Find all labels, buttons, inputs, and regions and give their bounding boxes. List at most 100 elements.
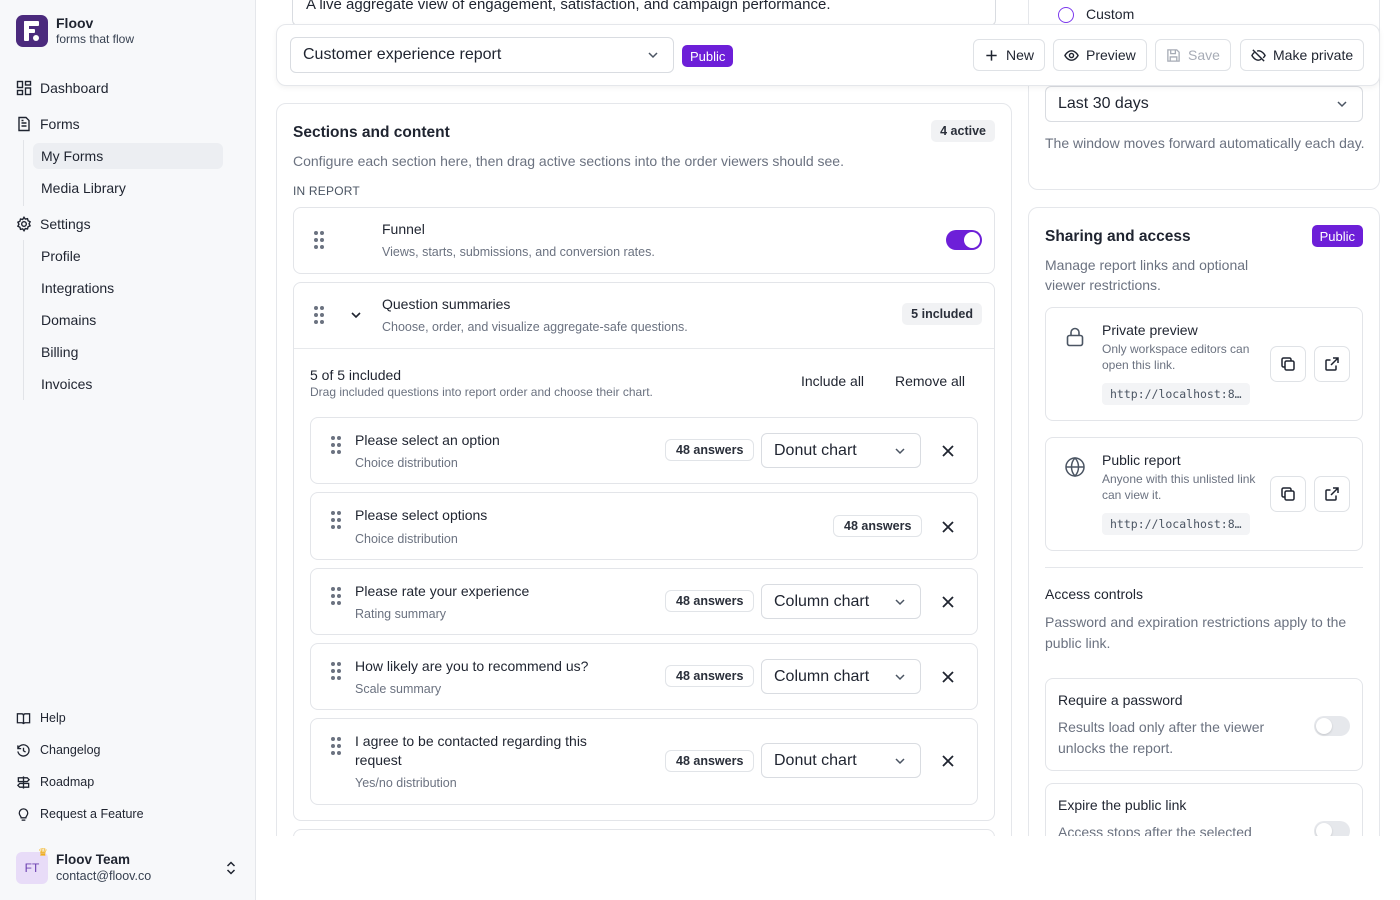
open-link-button[interactable] (1314, 346, 1350, 382)
copy-link-button[interactable] (1270, 346, 1306, 382)
chevron-down-icon (895, 673, 905, 680)
chart-type-select[interactable]: Column chart (761, 584, 921, 619)
answers-badge: 48 answers (665, 439, 755, 461)
custom-radio-label: Custom (1086, 6, 1135, 22)
nav-help-label: Help (40, 711, 66, 725)
document-icon (18, 116, 30, 132)
question-title: Please rate your experience (355, 583, 530, 599)
public-report-desc: Anyone with this unlisted link can view … (1102, 472, 1256, 502)
chart-type-value: Donut chart (774, 441, 857, 459)
chart-type-select[interactable]: Donut chart (761, 433, 921, 468)
question-row[interactable]: How likely are you to recommend us? Scal… (310, 643, 978, 710)
sidebar-item-my-forms[interactable]: My Forms (33, 143, 223, 169)
sidebar-item-media-library[interactable]: Media Library (33, 175, 223, 201)
external-link-icon (1325, 487, 1339, 501)
sharing-card: Sharing and access Public Manage report … (1028, 207, 1380, 836)
expire-desc: Access stops after the selected (1058, 824, 1252, 836)
globe-icon (1065, 456, 1085, 478)
date-range-value: Last 30 days (1058, 95, 1149, 112)
nav-forms-label: Forms (40, 116, 80, 132)
nav-roadmap[interactable]: Roadmap (16, 773, 94, 791)
make-private-button[interactable]: Make private (1240, 39, 1365, 71)
drag-handle-icon[interactable] (331, 436, 341, 454)
sidebar-item-domains[interactable]: Domains (33, 307, 223, 333)
question-row[interactable]: I agree to be contacted regarding this r… (310, 718, 978, 805)
date-range-select[interactable]: Last 30 days (1045, 86, 1363, 122)
nav-changelog[interactable]: Changelog (16, 741, 100, 759)
nav-request-feature[interactable]: Request a Feature (16, 805, 144, 823)
question-title: Please select an option (355, 432, 500, 448)
close-icon[interactable] (941, 595, 955, 609)
date-range-hint: The window moves forward automatically e… (1045, 135, 1365, 151)
nav-forms[interactable]: Forms (16, 113, 80, 135)
main-content: A live aggregate view of engagement, sat… (257, 0, 1400, 836)
preview-button[interactable]: Preview (1053, 39, 1147, 71)
chart-type-select[interactable]: Column chart (761, 659, 921, 694)
sharing-subtitle: Manage report links and optional viewer … (1045, 257, 1249, 293)
chevron-down-icon (895, 757, 905, 764)
chevrons-up-down-icon (226, 861, 236, 875)
nav-settings[interactable]: Settings (16, 213, 91, 235)
expire-option: Expire the public link Access stops afte… (1045, 783, 1363, 836)
close-icon[interactable] (941, 670, 955, 684)
report-toolbar: Customer experience report Public New Pr… (276, 24, 1380, 86)
expire-title: Expire the public link (1058, 797, 1187, 813)
public-report-url[interactable]: http://localhost:8… (1102, 513, 1250, 535)
public-report-title: Public report (1102, 452, 1181, 468)
question-row[interactable]: Please rate your experience Rating summa… (310, 568, 978, 635)
funnel-toggle[interactable] (946, 230, 982, 250)
user-menu[interactable]: FT ♛ Floov Team contact@floov.co (16, 847, 242, 886)
report-select[interactable]: Customer experience report (290, 37, 674, 73)
brand[interactable]: Floov forms that flow (16, 15, 134, 47)
question-row[interactable]: Please select options Choice distributio… (310, 492, 978, 560)
floov-logo (16, 15, 48, 47)
question-row[interactable]: Please select an option Choice distribut… (310, 417, 978, 484)
close-icon[interactable] (941, 444, 955, 458)
drag-handle-icon[interactable] (331, 662, 341, 680)
lightbulb-icon (18, 807, 29, 821)
remove-all-button[interactable]: Remove all (895, 373, 965, 389)
save-button-label: Save (1188, 47, 1220, 63)
nav-dashboard[interactable]: Dashboard (16, 77, 109, 99)
signpost-icon (16, 775, 31, 789)
lock-icon (1066, 327, 1084, 347)
question-summaries-section: Question summaries Choose, order, and vi… (293, 282, 995, 821)
drag-handle-icon[interactable] (314, 306, 324, 324)
description-field[interactable]: A live aggregate view of engagement, sat… (292, 0, 996, 26)
nav-roadmap-label: Roadmap (40, 775, 95, 789)
chart-type-value: Donut chart (774, 751, 857, 769)
chart-type-select[interactable]: Donut chart (761, 743, 921, 778)
book-icon (16, 712, 31, 724)
custom-radio[interactable] (1058, 7, 1074, 23)
sidebar-item-invoices[interactable]: Invoices (33, 371, 223, 397)
drag-handle-icon[interactable] (331, 587, 341, 605)
answers-badge: 48 answers (665, 665, 755, 687)
include-all-button[interactable]: Include all (801, 373, 864, 389)
save-button[interactable]: Save (1155, 39, 1231, 71)
nav-help[interactable]: Help (16, 709, 66, 727)
sections-subtitle: Configure each section here, then drag a… (293, 153, 844, 169)
forms-subnav-line (23, 140, 24, 206)
sidebar-item-profile[interactable]: Profile (33, 243, 223, 269)
answers-badge: 48 answers (665, 750, 755, 772)
funnel-desc: Views, starts, submissions, and conversi… (382, 245, 655, 259)
drag-handle-icon[interactable] (331, 737, 341, 755)
drag-handle-icon[interactable] (314, 231, 324, 249)
drag-handle-icon[interactable] (331, 511, 341, 529)
open-link-button[interactable] (1314, 476, 1350, 512)
password-title: Require a password (1058, 692, 1183, 708)
sidebar-item-integrations[interactable]: Integrations (33, 275, 223, 301)
close-icon[interactable] (941, 520, 955, 534)
chevron-down-icon[interactable] (350, 310, 362, 320)
private-preview-url[interactable]: http://localhost:8… (1102, 383, 1250, 405)
close-icon[interactable] (941, 754, 955, 768)
password-toggle[interactable] (1314, 716, 1350, 736)
new-button[interactable]: New (973, 39, 1046, 71)
questions-help: Drag included questions into report orde… (310, 385, 653, 399)
sidebar-item-billing[interactable]: Billing (33, 339, 223, 365)
funnel-title: Funnel (382, 221, 425, 237)
copy-link-button[interactable] (1270, 476, 1306, 512)
funnel-section: Funnel Views, starts, submissions, and c… (293, 207, 995, 274)
expire-toggle[interactable] (1314, 821, 1350, 836)
question-title: How likely are you to recommend us? (355, 658, 589, 674)
